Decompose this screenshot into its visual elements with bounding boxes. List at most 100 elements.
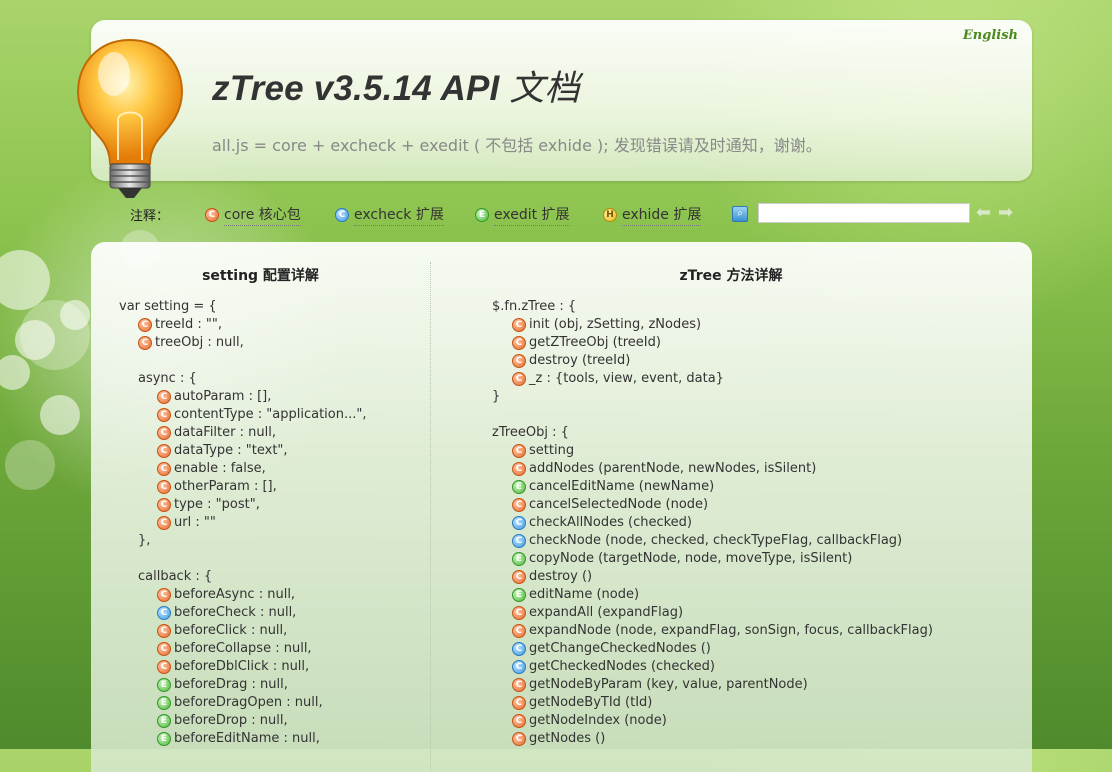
api-item[interactable]: CbeforeAsync : null, [157,586,295,604]
legend-exedit[interactable]: E exedit 扩展 [475,204,570,226]
code-text: getCheckedNodes (checked) [529,659,715,674]
api-item[interactable]: CautoParam : [], [157,388,271,406]
api-item[interactable]: Cinit (obj, zSetting, zNodes) [512,316,701,334]
api-item[interactable]: CcheckAllNodes (checked) [512,514,692,532]
api-item[interactable]: CcontentType : "application...", [157,406,366,424]
api-item[interactable]: CbeforeCheck : null, [157,604,296,622]
core-badge-icon: C [157,624,171,638]
core-badge-icon: C [512,696,526,710]
code-text: zTreeObj : { [492,425,569,440]
api-item[interactable]: CtreeObj : null, [138,334,244,352]
api-item[interactable]: CgetCheckedNodes (checked) [512,658,715,676]
english-link[interactable]: English [963,28,1018,43]
code-text: $.fn.zTree : { [492,299,577,314]
code-text: addNodes (parentNode, newNodes, isSilent… [529,461,817,476]
api-item[interactable]: CgetZTreeObj (treeId) [512,334,661,352]
next-arrow-icon[interactable]: ➡ [998,202,1013,224]
code-text: setting [529,443,575,458]
core-badge-icon: C [512,318,526,332]
core-badge-icon: C [512,336,526,350]
core-badge-icon: C [512,732,526,746]
page-subtitle: all.js = core + excheck + exedit ( 不包括 e… [212,136,822,155]
excheck-badge-icon: C [157,606,171,620]
api-item[interactable]: CdataType : "text", [157,442,288,460]
api-item[interactable]: Cenable : false, [157,460,266,478]
code-text: type : "post", [174,497,260,512]
code-text: contentType : "application...", [174,407,367,422]
core-badge-icon: C [512,462,526,476]
method-column-title: zTree 方法详解 [679,268,783,284]
search-icon[interactable]: ⌕ [732,206,748,222]
api-item[interactable]: EcopyNode (targetNode, node, moveType, i… [512,550,852,568]
api-item[interactable]: CbeforeDblClick : null, [157,658,309,676]
api-item[interactable]: Ctype : "post", [157,496,260,514]
api-item[interactable]: CgetNodeByTId (tId) [512,694,652,712]
api-item[interactable]: CcheckNode (node, checked, checkTypeFlag… [512,532,902,550]
content-panel: setting 配置详解 zTree 方法详解 var setting = {C… [91,242,1032,772]
api-item[interactable]: CexpandNode (node, expandFlag, sonSign, … [512,622,933,640]
code-line: async : { [138,370,197,388]
api-item[interactable]: EcancelEditName (newName) [512,478,714,496]
api-item[interactable]: CexpandAll (expandFlag) [512,604,683,622]
core-badge-icon: C [512,498,526,512]
api-item[interactable]: Cdestroy () [512,568,592,586]
exhide-badge-icon: H [603,208,617,222]
api-item[interactable]: CgetNodeByParam (key, value, parentNode) [512,676,808,694]
legend-exhide-label: exhide 扩展 [622,204,702,226]
legend-excheck[interactable]: C excheck 扩展 [335,204,444,226]
excheck-badge-icon: C [512,534,526,548]
excheck-badge-icon: C [512,660,526,674]
code-text: init (obj, zSetting, zNodes) [529,317,702,332]
code-text: beforeDrop : null, [174,713,288,728]
core-badge-icon: C [157,516,171,530]
core-badge-icon: C [512,354,526,368]
api-item[interactable]: CgetChangeCheckedNodes () [512,640,711,658]
code-text: destroy () [529,569,593,584]
core-badge-icon: C [512,372,526,386]
excheck-badge-icon: C [335,208,349,222]
api-item[interactable]: C _z : {tools, view, event, data} [512,370,724,388]
code-line: callback : { [138,568,212,586]
api-item[interactable]: EeditName (node) [512,586,639,604]
legend-exhide[interactable]: H exhide 扩展 [603,204,702,226]
api-item[interactable]: CdataFilter : null, [157,424,276,442]
prev-arrow-icon[interactable]: ⬅ [976,202,991,224]
api-item[interactable]: EbeforeDragOpen : null, [157,694,323,712]
code-text: enable : false, [174,461,266,476]
exedit-badge-icon: E [157,732,171,746]
api-item[interactable]: Curl : "" [157,514,216,532]
api-item[interactable]: CbeforeCollapse : null, [157,640,312,658]
api-item[interactable]: Cdestroy (treeId) [512,352,630,370]
legend-exedit-label: exedit 扩展 [494,204,570,226]
search-input[interactable] [758,203,970,223]
core-badge-icon: C [512,714,526,728]
core-badge-icon: C [512,570,526,584]
api-item[interactable]: CaddNodes (parentNode, newNodes, isSilen… [512,460,816,478]
core-badge-icon: C [157,462,171,476]
api-item[interactable]: CcancelSelectedNode (node) [512,496,708,514]
core-badge-icon: C [157,498,171,512]
excheck-badge-icon: C [512,642,526,656]
api-item[interactable]: CgetNodes () [512,730,605,748]
code-text: async : { [138,371,197,386]
code-text: dataFilter : null, [174,425,276,440]
code-text: treeObj : null, [155,335,244,350]
code-text: beforeDblClick : null, [174,659,310,674]
core-badge-icon: C [512,606,526,620]
exedit-badge-icon: E [157,696,171,710]
setting-column-title: setting 配置详解 [202,268,319,284]
api-item[interactable]: CbeforeClick : null, [157,622,287,640]
api-item[interactable]: EbeforeEditName : null, [157,730,320,748]
code-text: treeId : "", [155,317,222,332]
api-item[interactable]: EbeforeDrag : null, [157,676,288,694]
legend-core[interactable]: C core 核心包 [205,204,301,226]
code-text: getNodeIndex (node) [529,713,667,728]
api-item[interactable]: CgetNodeIndex (node) [512,712,667,730]
code-text: beforeAsync : null, [174,587,296,602]
code-text: getNodes () [529,731,606,746]
api-item[interactable]: Csetting [512,442,574,460]
bokeh-decoration [20,300,90,370]
api-item[interactable]: CotherParam : [], [157,478,277,496]
api-item[interactable]: CtreeId : "", [138,316,222,334]
api-item[interactable]: EbeforeDrop : null, [157,712,288,730]
